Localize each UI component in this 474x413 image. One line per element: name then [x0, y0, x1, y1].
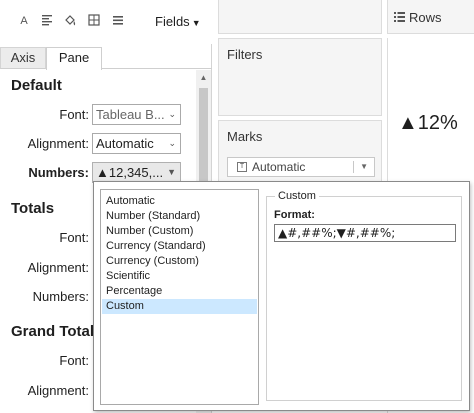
- list-item-currency-standard[interactable]: Currency (Standard): [102, 239, 257, 254]
- list-item-scientific[interactable]: Scientific: [102, 269, 257, 284]
- mark-type-dropdown[interactable]: T Automatic ▼: [227, 157, 375, 177]
- borders-icon[interactable]: [87, 14, 101, 28]
- rows-label: Rows: [409, 10, 442, 25]
- default-font-value: Tableau B...: [96, 107, 165, 122]
- list-item-custom[interactable]: Custom: [102, 299, 257, 314]
- chevron-down-icon: ▼: [167, 167, 176, 177]
- default-alignment-label: Alignment:: [27, 136, 89, 151]
- pages-shelf: [218, 0, 382, 34]
- default-numbers-label: Numbers:: [28, 165, 89, 180]
- chevron-down-icon: ▼: [191, 18, 201, 28]
- format-input[interactable]: ▲#,##%;▼#,##%;: [274, 224, 456, 242]
- view-value-text[interactable]: ▲12%: [398, 112, 458, 135]
- totals-section-title: Totals: [11, 200, 55, 217]
- totals-numbers-label: Numbers:: [32, 289, 89, 304]
- totals-alignment-label: Alignment:: [27, 260, 89, 275]
- format-toolbar: A Fields ▼: [0, 0, 212, 44]
- default-numbers-dropdown[interactable]: ▲12,345,... ▼: [92, 162, 181, 183]
- align-icon[interactable]: [40, 14, 54, 28]
- font-icon[interactable]: A: [17, 14, 31, 28]
- grand-total-font-label: Font:: [59, 353, 89, 368]
- default-alignment-value: Automatic: [96, 136, 154, 151]
- default-numbers-value: ▲12,345,...: [96, 165, 164, 180]
- default-font-dropdown[interactable]: Tableau B... ⌄: [92, 104, 181, 125]
- chevron-down-icon: ⌄: [168, 138, 176, 148]
- grand-total-alignment-label: Alignment:: [27, 383, 89, 398]
- default-font-label: Font:: [59, 107, 89, 122]
- tab-pane[interactable]: Pane: [46, 47, 102, 70]
- fields-dropdown-button[interactable]: Fields ▼: [155, 14, 201, 29]
- marks-title: Marks: [227, 129, 263, 144]
- lines-icon[interactable]: [111, 14, 125, 28]
- number-format-popup: Automatic Number (Standard) Number (Cust…: [93, 181, 470, 411]
- dropdown-separator: [353, 161, 354, 173]
- mark-type-value: Automatic: [252, 160, 306, 174]
- list-item-percentage[interactable]: Percentage: [102, 284, 257, 299]
- marks-card: Marks T Automatic ▼: [218, 120, 382, 190]
- filters-title: Filters: [227, 47, 263, 62]
- totals-font-label: Font:: [59, 230, 89, 245]
- list-item-number-standard[interactable]: Number (Standard): [102, 209, 257, 224]
- rows-icon: [394, 12, 405, 25]
- fields-label: Fields: [155, 14, 190, 29]
- number-format-list[interactable]: Automatic Number (Standard) Number (Cust…: [100, 189, 259, 405]
- scroll-up-icon[interactable]: ▲: [196, 72, 211, 84]
- tab-axis[interactable]: Axis: [0, 47, 46, 69]
- tab-divider: [102, 68, 212, 69]
- default-section-title: Default: [11, 77, 62, 94]
- format-label: Format:: [274, 209, 315, 221]
- list-item-automatic[interactable]: Automatic: [102, 194, 257, 209]
- chevron-down-icon: ▼: [360, 162, 368, 171]
- list-item-number-custom[interactable]: Number (Custom): [102, 224, 257, 239]
- grand-total-section-title: Grand Total: [11, 323, 95, 340]
- chevron-down-icon: ⌄: [168, 109, 176, 119]
- rows-shelf[interactable]: Rows: [387, 0, 474, 34]
- default-alignment-dropdown[interactable]: Automatic ⌄: [92, 133, 181, 154]
- list-item-currency-custom[interactable]: Currency (Custom): [102, 254, 257, 269]
- custom-group-title: Custom: [275, 190, 319, 202]
- filters-card[interactable]: Filters: [218, 38, 382, 116]
- shading-icon[interactable]: [63, 14, 77, 28]
- text-mark-icon: T: [237, 162, 247, 172]
